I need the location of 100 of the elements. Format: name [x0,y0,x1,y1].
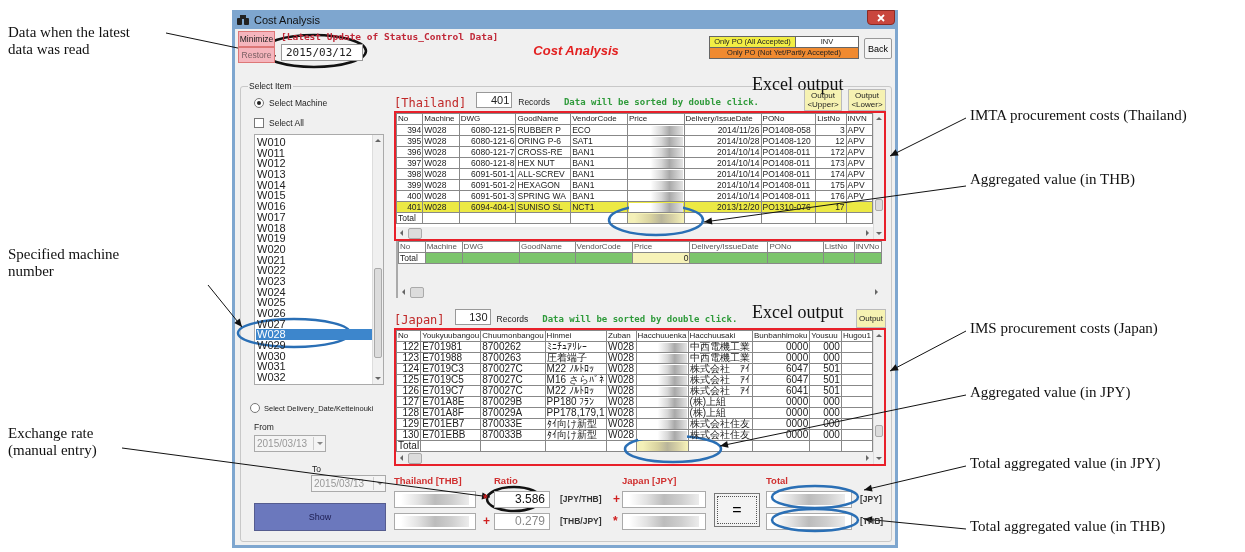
list-item[interactable]: W010 [256,137,372,148]
column-header[interactable]: No [396,330,421,342]
column-header[interactable]: Hinmei [545,330,607,342]
column-header[interactable]: INVNo [854,241,882,253]
column-header[interactable]: Machine [425,241,463,253]
table-row[interactable]: 124 E7019C3 870027C M22 ﾉﾙﾄﾛｯ W028 株式会社 ｱｲ 6047 501 [396,363,873,375]
list-item[interactable]: W031 [256,361,372,373]
column-header[interactable]: Chuumonbangou [480,330,546,342]
list-item[interactable]: W022 [256,265,372,276]
list-item[interactable]: W015 [256,190,372,202]
list-item[interactable]: W025 [256,297,372,308]
column-header[interactable]: Zuban [606,330,637,342]
list-item[interactable]: W026 [256,308,372,319]
list-item[interactable]: W028 [256,329,372,341]
table-cell: 501 [823,374,840,385]
list-item[interactable]: W017 [256,211,372,223]
table-row[interactable]: 397 W028 6080-121-8 HEX NUT BAN1 2014/10/14 PO1408-011 173 APV [396,157,873,169]
list-item[interactable]: W013 [256,169,372,180]
vertical-scrollbar[interactable] [372,135,383,384]
column-header[interactable]: No [398,241,426,253]
column-header[interactable]: PONo [761,113,816,125]
list-item[interactable]: W023 [256,275,372,287]
table-row[interactable]: 394 W028 6080-121-5 RUBBER P ECO 2014/11/26 PO1408-058 3 APV [396,124,873,136]
table-row[interactable]: 401 W028 6094-404-1 SUNISO SL NCT1 2013/12/20 PO1310-076 17 [396,201,873,213]
table-cell: 2014/10/14 [717,191,760,201]
list-item[interactable]: W032 [256,372,372,383]
table-cell: 396 [407,147,422,157]
list-item[interactable]: W024 [256,286,372,298]
column-header[interactable]: Delivery/IssueDate [684,113,762,125]
table-cell: W028 [608,396,635,407]
column-header[interactable]: DWG [462,241,520,253]
table-row[interactable]: 400 W028 6091-501-3 SPRING WA BAN1 2014/10/14 PO1408-011 176 APV [396,190,873,202]
back-button[interactable]: Back [864,38,892,59]
column-header[interactable]: GoodName [519,241,575,253]
column-header[interactable]: Price [632,241,690,253]
blurred-value [629,515,699,527]
value-field[interactable] [622,490,706,508]
table-row[interactable]: 128 E701A8F 870029A PP178,179,1 W028 (株)上組 0000 000 [396,407,873,419]
column-header[interactable]: Hacchuusaki [688,330,753,342]
value-field[interactable] [394,490,476,508]
table-row[interactable]: 125 E7019C5 870027C M16 さらﾊﾞﾈ W028 株式会社 ｱｲ 6047 501 [396,374,873,386]
list-item[interactable]: W014 [256,179,372,191]
radio-option[interactable]: Select Machine [254,97,388,109]
table-cell: 8700263 [482,352,522,363]
table-row[interactable]: 396 W028 6080-121-7 CROSS-RE BAN1 2014/10/14 PO1408-011 172 APV [396,146,873,158]
column-header[interactable]: No [396,113,423,125]
list-item[interactable]: W011 [256,147,372,159]
column-header[interactable]: GoodName [516,113,571,125]
column-header[interactable]: Price [627,113,685,125]
output-button[interactable]: Output <Lower> [848,89,886,111]
list-item[interactable]: W027 [256,318,372,330]
window-button[interactable]: Minimize [238,31,275,47]
list-item[interactable]: W020 [256,243,372,255]
column-header[interactable]: VendorCode [570,113,628,125]
records-field: 130 [454,309,491,325]
column-header[interactable]: Yousuu [809,330,842,342]
table-cell: E701A8E [422,396,465,407]
table-row[interactable]: 395 W028 6080-121-6 ORING P-6 SAT1 2014/10/28 PO1408-120 12 APV [396,135,873,147]
table-cell: E7019C7 [422,385,464,396]
table-row[interactable]: 123 E701988 8700263 圧着端子 W028 中西電機工業 0000 000 [396,352,873,364]
column-header[interactable]: Youkyuubangou [420,330,481,342]
column-header[interactable]: ListNo [823,241,855,253]
table-cell: E701981 [422,341,463,352]
list-item[interactable]: W018 [256,222,372,234]
table-row[interactable]: 122 E701981 8700262 ﾐﾆﾁｭｱﾘﾚｰ W028 中西電機工業 0000 000 [396,341,873,353]
list-item[interactable]: W030 [256,350,372,362]
output-button[interactable]: Output [856,309,886,328]
to-label: To [312,464,322,474]
value-field[interactable] [394,512,476,530]
list-item[interactable]: W016 [256,201,372,212]
column-header[interactable]: Delivery/IssueDate [689,241,768,253]
list-item[interactable]: W012 [256,158,372,170]
column-header[interactable]: Bunbanhimoku [752,330,810,342]
value-field[interactable] [622,512,706,530]
table-row[interactable]: 398 W028 6091-501-1 ALL-SCREV BAN1 2014/10/14 PO1408-011 174 APV [396,168,873,180]
column-header[interactable]: PONo [767,241,824,253]
list-item[interactable]: W019 [256,233,372,244]
list-item[interactable]: W021 [256,254,372,266]
equals-button[interactable]: = [714,493,760,527]
vertical-scrollbar[interactable] [873,113,884,239]
table-cell: 870029B [482,396,523,407]
checkbox-option[interactable]: Select All [254,117,388,129]
table-cell: 000 [823,352,840,363]
column-header[interactable]: Hugou1 [841,330,873,342]
table-row[interactable]: 127 E701A8E 870029B PP180 ﾌﾗﾝ W028 (株)上組 0000 000 [396,396,873,408]
table-row[interactable]: 126 E7019C7 870027C M22 ﾉﾙﾄﾛｯ W028 株式会社 ｱｲ 6041 501 [396,385,873,397]
table-cell: ORING P-6 [517,136,561,146]
show-button[interactable]: Show [254,503,386,531]
annotation-text: Aggregated value (in THB) [970,171,1136,188]
column-header[interactable]: DWG [459,113,516,125]
vertical-scrollbar[interactable] [873,330,884,464]
column-header[interactable]: ListNo [815,113,847,125]
ratio-field[interactable]: 3.586 [494,490,550,508]
close-button[interactable] [867,10,895,25]
column-header[interactable]: Machine [422,113,460,125]
column-header[interactable]: Hacchuuenka [636,330,688,342]
column-header[interactable]: INVN [846,113,873,125]
table-cell: 000 [823,429,840,440]
column-header[interactable]: VendorCode [575,241,633,253]
table-row[interactable]: 399 W028 6091-501-2 HEXAGON BAN1 2014/10/14 PO1408-011 175 APV [396,179,873,191]
